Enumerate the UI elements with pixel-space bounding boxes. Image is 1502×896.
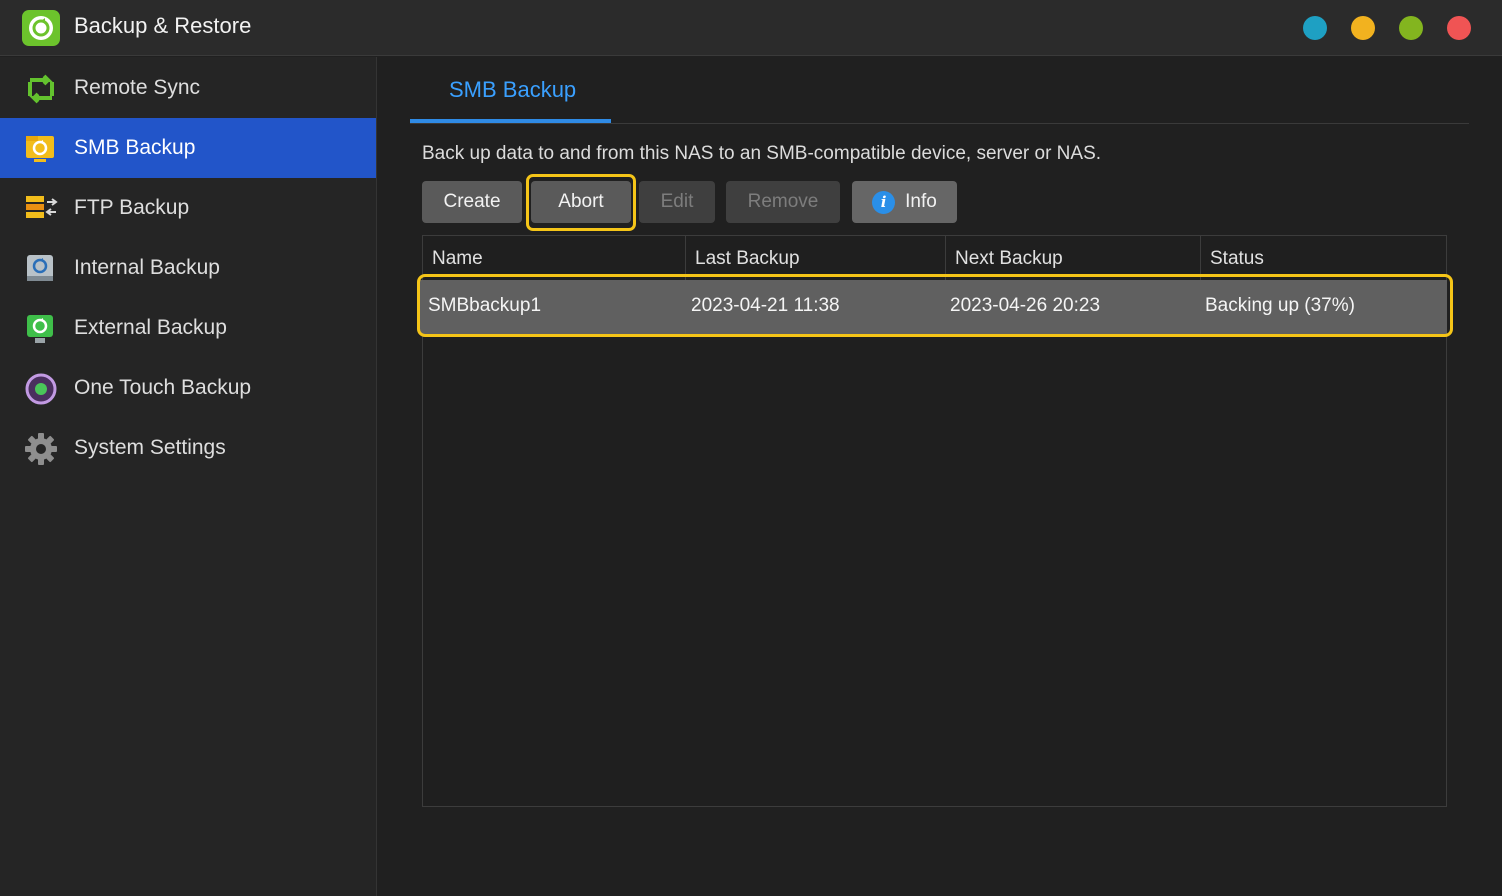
app-title: Backup & Restore bbox=[74, 13, 252, 38]
ftp-backup-icon bbox=[26, 196, 58, 218]
sidebar-item-internal-backup[interactable]: Internal Backup bbox=[0, 238, 376, 298]
sidebar-item-label: FTP Backup bbox=[74, 196, 190, 219]
remote-sync-icon bbox=[28, 74, 54, 104]
remove-button[interactable]: Remove bbox=[726, 181, 840, 223]
sidebar-item-system-settings[interactable]: System Settings bbox=[0, 418, 376, 478]
sidebar-item-ftp-backup[interactable]: FTP Backup bbox=[0, 178, 376, 238]
sidebar-item-label: Internal Backup bbox=[74, 256, 220, 279]
tab-divider bbox=[410, 123, 1469, 124]
sidebar-item-remote-sync[interactable]: Remote Sync bbox=[0, 58, 376, 118]
window-dot-red[interactable] bbox=[1447, 16, 1471, 40]
sidebar-item-one-touch-backup[interactable]: One Touch Backup bbox=[0, 358, 376, 418]
main-panel: SMB Backup Back up data to and from this… bbox=[378, 57, 1502, 896]
sidebar-item-label: One Touch Backup bbox=[74, 376, 252, 399]
sidebar-item-smb-backup[interactable]: SMB Backup bbox=[0, 118, 376, 178]
edit-button[interactable]: Edit bbox=[639, 181, 715, 223]
info-button-label: Info bbox=[905, 191, 937, 212]
sidebar-item-label: SMB Backup bbox=[74, 136, 196, 159]
tab-label: SMB Backup bbox=[449, 77, 577, 102]
window-dot-yellow[interactable] bbox=[1351, 16, 1375, 40]
window-dot-green[interactable] bbox=[1399, 16, 1423, 40]
abort-highlight bbox=[526, 174, 636, 231]
external-backup-icon bbox=[27, 315, 53, 343]
sidebar-item-label: Remote Sync bbox=[74, 76, 201, 99]
sidebar-item-label: System Settings bbox=[74, 436, 226, 459]
tab-smb-backup[interactable]: SMB Backup bbox=[410, 57, 611, 123]
sidebar: Remote Sync SMB Backup FTP Backup Intern… bbox=[0, 57, 377, 896]
window-dot-teal[interactable] bbox=[1303, 16, 1327, 40]
gear-icon bbox=[25, 433, 57, 465]
sidebar-item-label: External Backup bbox=[74, 316, 227, 339]
smb-backup-icon bbox=[26, 136, 54, 162]
app-logo-icon bbox=[22, 10, 60, 46]
sidebar-item-external-backup[interactable]: External Backup bbox=[0, 298, 376, 358]
title-bar: Backup & Restore bbox=[0, 0, 1502, 56]
info-button[interactable]: i Info bbox=[852, 181, 957, 223]
row-highlight bbox=[417, 274, 1453, 337]
create-button[interactable]: Create bbox=[422, 181, 522, 223]
one-touch-backup-icon bbox=[25, 373, 57, 405]
page-description: Back up data to and from this NAS to an … bbox=[422, 143, 1102, 164]
internal-backup-icon bbox=[27, 255, 53, 281]
info-icon: i bbox=[872, 190, 896, 214]
